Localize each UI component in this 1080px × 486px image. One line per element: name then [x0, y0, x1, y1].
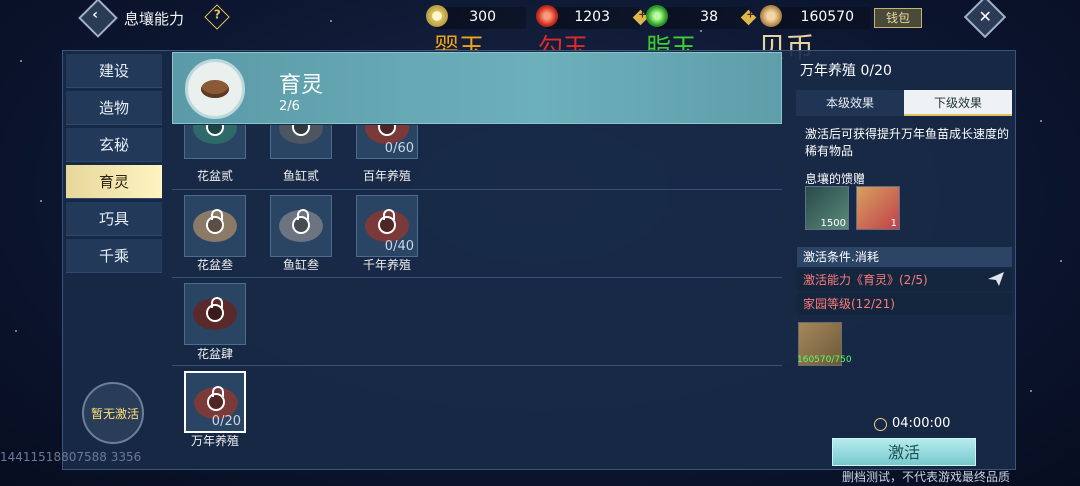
grid-slot[interactable] [270, 195, 332, 257]
grid-slot[interactable]: 0/40 [356, 195, 418, 257]
hook-jade-icon [536, 5, 558, 27]
lock-icon [206, 209, 224, 234]
grid-slot[interactable] [184, 125, 246, 159]
grid-slot-count: 0/40 [384, 239, 414, 254]
lock-icon [206, 297, 224, 322]
grid-slot-label: 花盆肆 [196, 347, 233, 361]
currency-value: 300 [469, 9, 496, 25]
currency-hook-jade: 1203 + [536, 5, 649, 29]
inactive-status-seal: 暂无激活 [82, 382, 144, 444]
grid-slot-selected[interactable]: 0/20 [184, 371, 246, 433]
reward-count: 1 [890, 218, 897, 229]
conditions-header: 激活条件.消耗 [797, 247, 1012, 267]
grid-slot-label: 花盆叁 [196, 258, 233, 272]
close-button[interactable]: ✕ [963, 0, 1007, 39]
currency-value: 1203 [574, 9, 610, 25]
shell-coin-icon [760, 5, 782, 27]
grid-slot[interactable] [184, 283, 246, 345]
sidebar-item-craft[interactable]: 造物 [66, 91, 162, 125]
currency-jade-disc: 300 [426, 5, 526, 29]
grid-slot[interactable] [270, 125, 332, 159]
page-title: 息壤能力 [124, 10, 185, 28]
reward-count: 1500 [820, 218, 846, 229]
sidebar-item-mystic[interactable]: 玄秘 [66, 128, 162, 162]
effect-tabs: 本级效果 下级效果 [796, 90, 1012, 116]
currency-fat-jade: 38 + [646, 5, 757, 29]
nest-icon [185, 59, 245, 119]
cost-item[interactable]: 160570/750 [797, 322, 852, 366]
grid-slot-label: 鱼缸叁 [282, 258, 319, 272]
category-banner: 育灵 2/6 [172, 52, 782, 124]
send-icon[interactable] [988, 272, 1004, 286]
chevron-left-icon: ‹ [92, 7, 98, 24]
banner-title: 育灵 [279, 73, 324, 98]
fat-jade-icon [646, 5, 668, 27]
reward-item[interactable]: 1 [856, 186, 900, 230]
sidebar-item-tools[interactable]: 巧具 [66, 202, 162, 236]
grid-slot[interactable]: 0/60 [356, 125, 418, 159]
jade-disc-icon [426, 5, 448, 27]
grid-slot-label: 鱼缸贰 [282, 169, 319, 183]
tab-next-level[interactable]: 下级效果 [904, 90, 1012, 116]
lock-icon [292, 209, 310, 234]
grid-slot-label: 万年养殖 [190, 434, 239, 448]
inactive-status-label: 暂无激活 [90, 407, 139, 421]
tab-current-level[interactable]: 本级效果 [796, 90, 904, 116]
clock-icon [874, 418, 887, 431]
wallet-button[interactable]: 钱包 [874, 8, 922, 28]
user-id-watermark: 14411518807588 3356 [0, 450, 142, 464]
activate-button[interactable]: 激活 [832, 438, 976, 466]
detail-description: 激活后可获得提升万年鱼苗成长速度的稀有物品 [805, 127, 1010, 158]
detail-title: 万年养殖 0/20 [800, 63, 892, 79]
condition-item: 家园等级(12/21) [797, 293, 1012, 315]
add-currency-button[interactable]: + [740, 10, 757, 26]
currency-value: 160570 [800, 9, 854, 25]
lock-icon [207, 386, 225, 411]
grid-slot-count: 0/60 [384, 141, 414, 156]
condition-item: 激活能力《育灵》(2/5) [797, 269, 1012, 291]
banner-progress: 2/6 [279, 99, 300, 114]
sidebar-item-nurture[interactable]: 育灵 [66, 165, 162, 199]
activation-timer: 04:00:00 [892, 416, 951, 431]
test-disclaimer: 删档测试，不代表游戏最终品质 [842, 470, 1011, 484]
lock-icon [378, 209, 396, 234]
question-diamond-icon[interactable]: ? [204, 4, 230, 30]
grid-slot-label: 花盆贰 [196, 169, 233, 183]
reward-item[interactable]: 1500 [805, 186, 849, 230]
sidebar-item-vehicles[interactable]: 千乘 [66, 239, 162, 273]
cost-count: 160570/750 [797, 355, 852, 365]
category-sidebar: 建设 造物 玄秘 育灵 巧具 千乘 [66, 54, 162, 276]
close-icon: ✕ [978, 6, 992, 26]
back-button[interactable]: ‹ [78, 0, 118, 38]
sidebar-item-build[interactable]: 建设 [66, 54, 162, 88]
currency-value: 38 [700, 9, 718, 25]
gift-label: 息壤的馈赠 [805, 172, 866, 186]
grid-slot[interactable] [184, 195, 246, 257]
grid-slot-count: 0/20 [211, 414, 241, 429]
ability-grid: 花盆贰 鱼缸贰 0/60 百年养殖 花盆叁 鱼缸叁 0/40 千年养殖 花盆肆 … [172, 125, 782, 455]
grid-slot-label: 千年养殖 [362, 258, 411, 272]
grid-slot-label: 百年养殖 [362, 169, 411, 183]
